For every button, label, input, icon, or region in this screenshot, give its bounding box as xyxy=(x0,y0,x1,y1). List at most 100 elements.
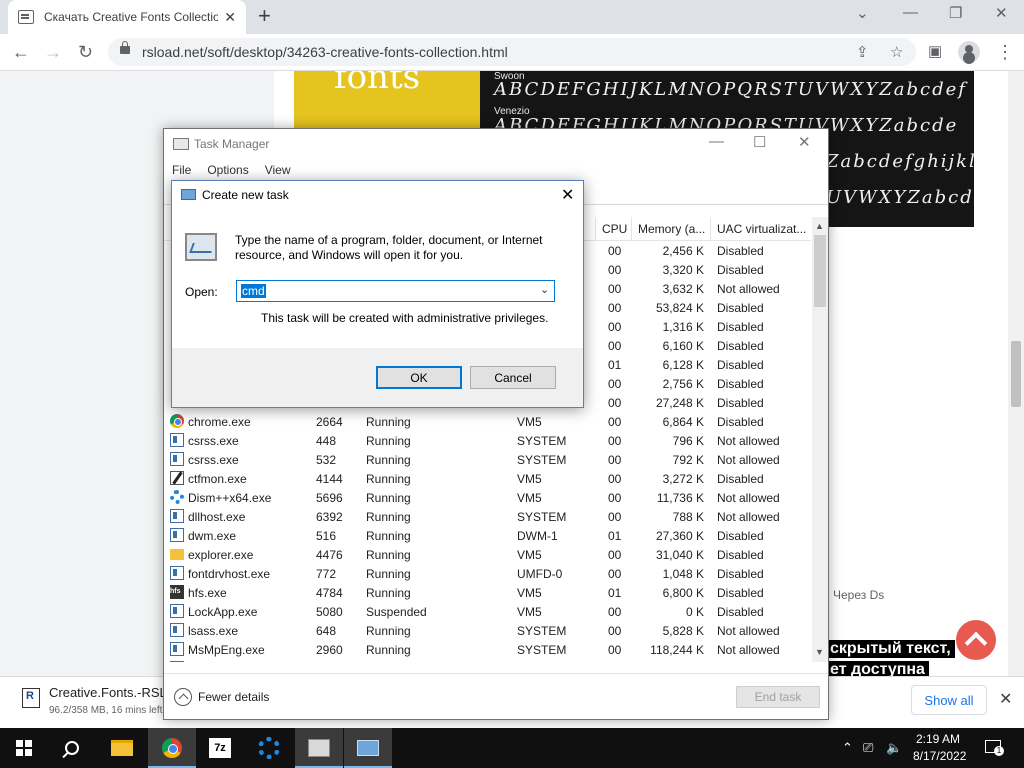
download-name[interactable]: Creative.Fonts.-RSL... xyxy=(49,685,178,700)
reload-icon[interactable]: ↻ xyxy=(78,41,93,63)
bookmark-star-icon[interactable]: ☆ xyxy=(890,43,903,61)
cancel-button[interactable]: Cancel xyxy=(470,366,556,389)
tab-close-icon[interactable]: ✕ xyxy=(224,9,236,26)
address-bar[interactable]: rsload.net/soft/desktop/34263-creative-f… xyxy=(108,38,916,66)
task-manager-titlebar[interactable]: Task Manager — ☐ ✕ xyxy=(164,129,828,159)
clock-date[interactable]: 8/17/2022 xyxy=(913,749,966,763)
browser-tab[interactable]: Скачать Creative Fonts Collection ✕ xyxy=(8,0,246,34)
uac-cell: Disabled xyxy=(717,396,764,410)
fewer-details-link[interactable]: Fewer details xyxy=(198,690,269,704)
column-cpu[interactable]: CPU xyxy=(602,222,627,236)
open-input-value[interactable]: cmd xyxy=(241,284,266,298)
notifications-icon[interactable] xyxy=(985,740,1004,756)
clock-time[interactable]: 2:19 AM xyxy=(916,732,960,746)
cpu-cell: 00 xyxy=(608,605,622,619)
network-icon[interactable]: ⎚ xyxy=(863,740,873,756)
scroll-to-top-button[interactable] xyxy=(956,620,996,660)
page-scroll-thumb[interactable] xyxy=(1011,341,1021,407)
back-icon[interactable]: ← xyxy=(12,41,30,63)
table-row[interactable]: chrome.exe 2664 Running VM5 00 6,864 K Disable… xyxy=(164,412,811,431)
column-uac[interactable]: UAC virtualizat... xyxy=(717,222,806,236)
process-list-scrollbar[interactable]: ▲ ▼ xyxy=(812,217,828,662)
minimize-icon[interactable]: — xyxy=(903,4,918,21)
memory-cell: 6,160 K xyxy=(662,339,704,353)
memory-cell: 792 K xyxy=(672,453,704,467)
tm-close-icon[interactable]: ✕ xyxy=(798,133,811,151)
table-row[interactable]: csrss.exe 532 Running SYSTEM 00 792 K Not allo… xyxy=(164,450,811,469)
taskbar-dism[interactable] xyxy=(245,728,293,768)
menu-options[interactable]: Options xyxy=(199,160,256,180)
table-row[interactable]: MsMpEng.exe 2960 Running SYSTEM 00 118,244 K N… xyxy=(164,640,811,659)
window-close-icon[interactable]: ✕ xyxy=(995,4,1008,22)
tab-search-chevron-icon[interactable]: ⌄ xyxy=(856,4,869,22)
process-name-cell: ctfmon.exe xyxy=(188,472,247,486)
search-button[interactable] xyxy=(48,728,96,768)
tm-maximize-icon[interactable]: ☐ xyxy=(753,133,766,151)
search-icon xyxy=(65,741,79,755)
tm-minimize-icon[interactable]: — xyxy=(709,133,724,150)
ok-button[interactable]: OK xyxy=(376,366,462,389)
process-name-cell: chrome.exe xyxy=(188,415,251,429)
column-memory[interactable]: Memory (a... xyxy=(638,222,705,236)
share-icon[interactable]: ⇪ xyxy=(856,43,869,61)
chevron-down-icon[interactable]: ⌄ xyxy=(540,283,549,296)
tray-chevron-up-icon[interactable]: ⌃ xyxy=(842,740,853,756)
volume-icon[interactable]: 🔈 xyxy=(886,740,902,756)
cpu-cell: 01 xyxy=(608,586,622,600)
lock-icon[interactable] xyxy=(120,41,130,54)
download-file-icon[interactable] xyxy=(22,688,40,708)
memory-cell: 3,632 K xyxy=(662,282,704,296)
table-row[interactable]: csrss.exe 448 Running SYSTEM 00 796 K Not allo… xyxy=(164,431,811,450)
user-cell: VM5 xyxy=(517,472,542,486)
menu-file[interactable]: File xyxy=(164,160,199,180)
table-row[interactable]: hfs.exe 4784 Running VM5 01 6,800 K Disabled xyxy=(164,583,811,602)
cpu-cell: 00 xyxy=(608,415,622,429)
taskbar-task-manager[interactable] xyxy=(295,728,343,768)
chevron-up-icon[interactable] xyxy=(174,688,192,706)
table-row[interactable]: explorer.exe 4476 Running VM5 00 31,040 K Disa… xyxy=(164,545,811,564)
table-row[interactable]: fontdrvhost.exe 772 Running UMFD-0 00 1,048 K… xyxy=(164,564,811,583)
profile-avatar[interactable] xyxy=(958,41,980,63)
table-row[interactable]: dllhost.exe 6392 Running SYSTEM 00 788 K Not a… xyxy=(164,507,811,526)
url-text[interactable]: rsload.net/soft/desktop/34263-creative-f… xyxy=(142,44,508,60)
font-sample-3: Zabcdefghijklmn xyxy=(826,151,974,172)
process-scroll-thumb[interactable] xyxy=(814,235,826,307)
memory-cell: 27,248 K xyxy=(655,396,704,410)
menu-view[interactable]: View xyxy=(257,160,299,180)
table-row[interactable]: MusNotification.exe6136RunningSYSTEM0012… xyxy=(164,659,811,662)
table-row[interactable]: LockApp.exe 5080 Suspended VM5 00 0 K Disabled xyxy=(164,602,811,621)
process-name-cell: LockApp.exe xyxy=(188,605,258,619)
restore-icon[interactable]: ❐ xyxy=(949,4,962,22)
taskbar-file-explorer[interactable] xyxy=(98,728,146,768)
run-icon xyxy=(181,189,196,200)
show-all-button[interactable]: Show all xyxy=(911,685,987,715)
scroll-down-icon[interactable]: ▼ xyxy=(815,647,824,657)
taskbar-7zip[interactable]: 7z xyxy=(196,728,244,768)
dialog-titlebar[interactable]: Create new task ✕ xyxy=(172,181,583,211)
dialog-close-icon[interactable]: ✕ xyxy=(561,185,574,205)
process-name-cell: Dism++x64.exe xyxy=(188,491,272,505)
task-manager-icon xyxy=(173,138,189,150)
uac-cell: Disabled xyxy=(717,358,764,372)
new-tab-icon[interactable]: + xyxy=(258,5,271,27)
end-task-button[interactable]: End task xyxy=(736,686,820,708)
scroll-up-icon[interactable]: ▲ xyxy=(815,221,824,231)
user-cell: SYSTEM xyxy=(517,643,567,657)
taskbar-run-dialog[interactable] xyxy=(344,728,392,768)
open-combobox[interactable]: cmd ⌄ xyxy=(236,280,555,302)
status-cell: Running xyxy=(366,529,411,543)
start-button[interactable] xyxy=(0,728,48,768)
table-row[interactable]: lsass.exe 648 Running SYSTEM 00 5,828 K Not al… xyxy=(164,621,811,640)
download-bar-close-icon[interactable]: ✕ xyxy=(999,689,1012,709)
table-row[interactable]: dwm.exe 516 Running DWM-1 01 27,360 K Disabled xyxy=(164,526,811,545)
memory-cell: 6,864 K xyxy=(662,415,704,429)
page-scrollbar[interactable] xyxy=(1008,71,1024,676)
task-manager-large-icon xyxy=(185,233,217,261)
chrome-menu-icon[interactable]: ⋮ xyxy=(996,41,1014,63)
table-row[interactable]: ctfmon.exe 4144 Running VM5 00 3,272 K Disable… xyxy=(164,469,811,488)
memory-cell: 6,128 K xyxy=(662,358,704,372)
side-panel-icon[interactable]: ▣ xyxy=(928,41,942,63)
cpu-cell: 00 xyxy=(608,472,622,486)
table-row[interactable]: Dism++x64.exe 5696 Running VM5 00 11,736 K Not… xyxy=(164,488,811,507)
taskbar-chrome[interactable] xyxy=(148,728,196,768)
